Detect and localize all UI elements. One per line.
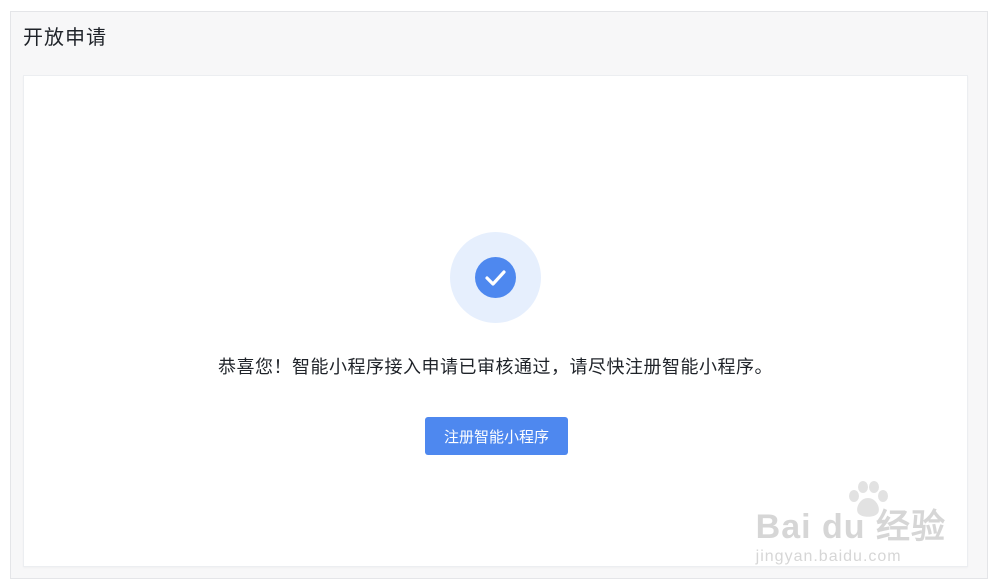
success-icon-ring (450, 232, 541, 323)
register-mini-program-button[interactable]: 注册智能小程序 (425, 417, 568, 455)
approval-message: 恭喜您！智能小程序接入申请已审核通过，请尽快注册智能小程序。 (218, 357, 773, 378)
page-title: 开放申请 (23, 25, 107, 49)
result-card: 恭喜您！智能小程序接入申请已审核通过，请尽快注册智能小程序。 注册智能小程序 (23, 75, 968, 567)
baidu-jingyan-watermark: Bai du 经验 jingyan.baidu.com (756, 499, 946, 566)
check-circle-icon (475, 257, 516, 298)
watermark-brand: Bai du 经验 (755, 508, 946, 546)
checkmark-icon (485, 270, 506, 286)
app-frame: 开放申请 恭喜您！智能小程序接入申请已审核通过，请尽快注册智能小程序。 注册智能… (10, 11, 988, 579)
watermark-url: jingyan.baidu.com (755, 548, 902, 565)
